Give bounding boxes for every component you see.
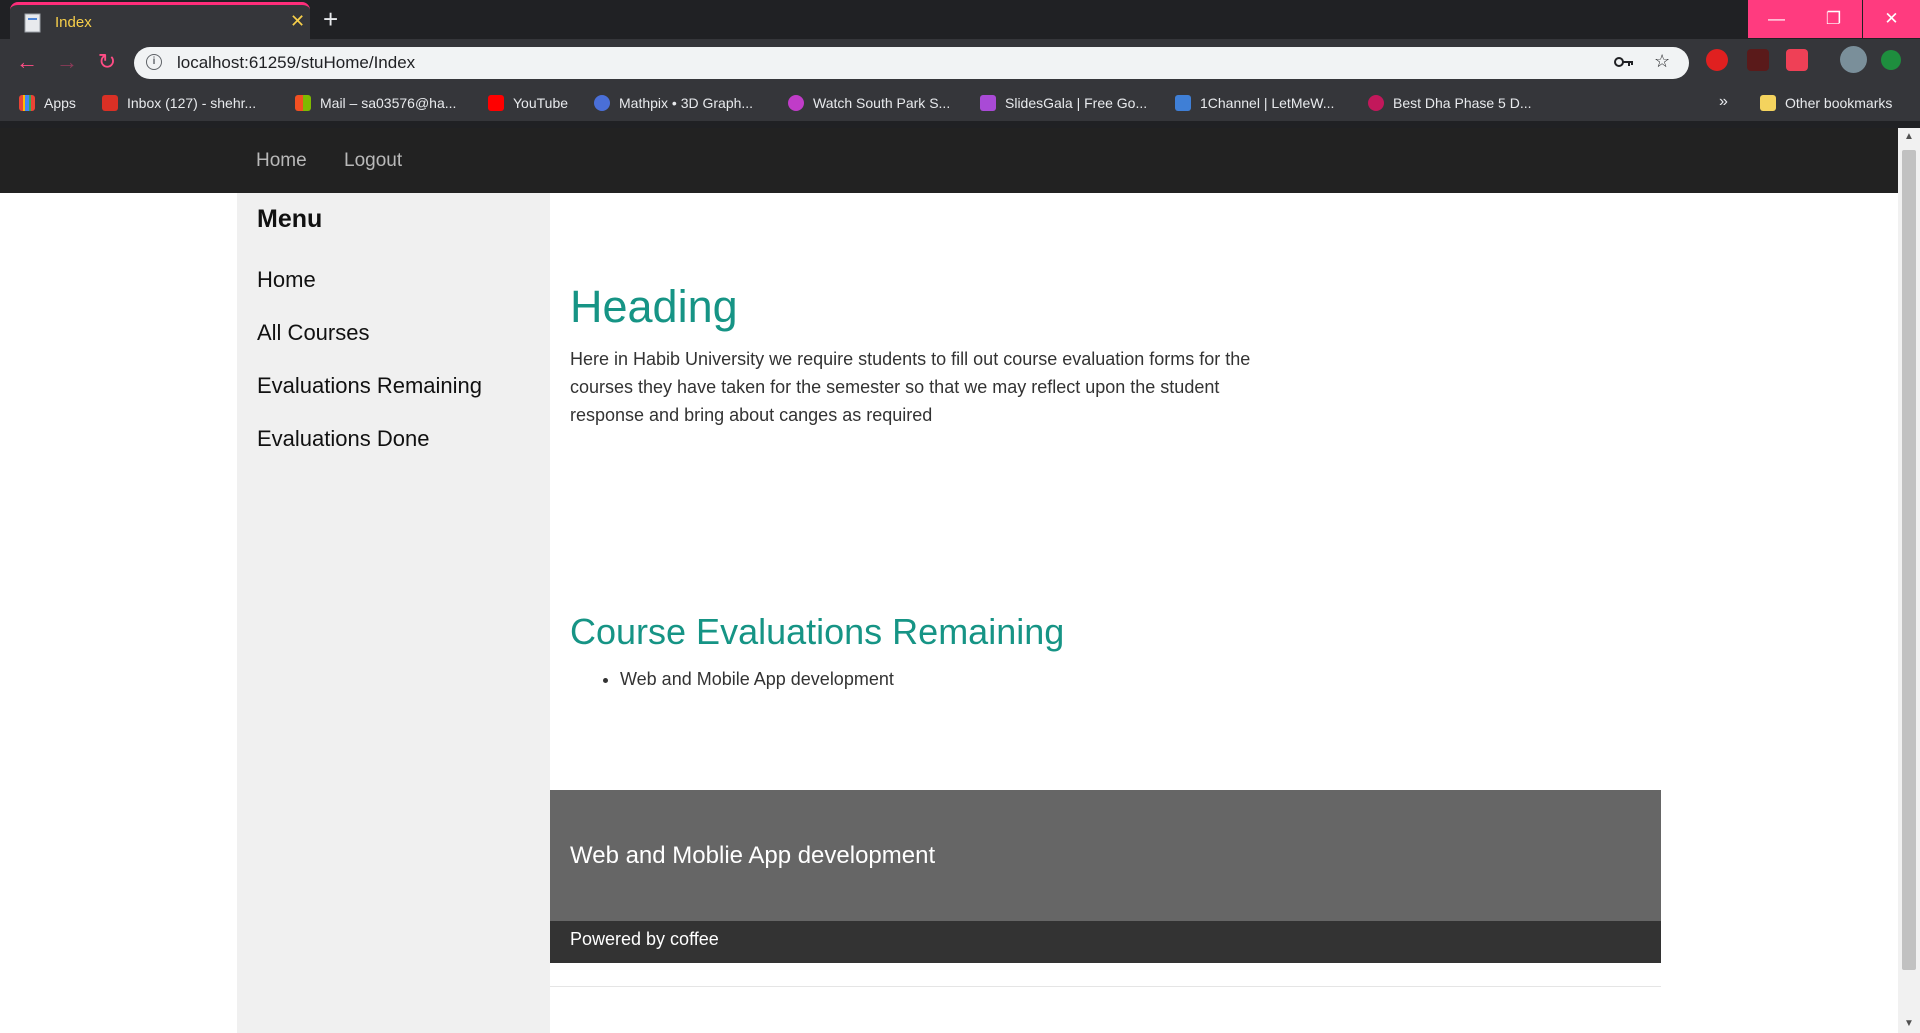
new-tab-button[interactable]: + bbox=[323, 5, 338, 33]
nav-logout-link[interactable]: Logout bbox=[344, 150, 402, 172]
bookmark-1channel[interactable]: 1Channel | LetMeW... bbox=[1175, 95, 1334, 113]
bookmark-slidesgala[interactable]: SlidesGala | Free Go... bbox=[980, 95, 1147, 113]
gmail-icon bbox=[102, 95, 118, 111]
reload-icon[interactable]: ↻ bbox=[92, 47, 122, 77]
bear-icon bbox=[1368, 95, 1384, 111]
divider bbox=[550, 986, 1661, 987]
footer-banner: Web and Moblie App development bbox=[550, 790, 1661, 921]
bookmark-dha[interactable]: Best Dha Phase 5 D... bbox=[1368, 95, 1532, 113]
tab-close-icon[interactable]: ✕ bbox=[290, 11, 305, 32]
chrome-divider bbox=[0, 121, 1920, 128]
footer-bar: Powered by coffee bbox=[550, 921, 1661, 963]
browser-toolbar: ← → ↻ i localhost:61259/stuHome/Index ☆ bbox=[0, 39, 1920, 87]
list-item: Web and Mobile App development bbox=[620, 669, 894, 690]
back-arrow-icon[interactable]: ← bbox=[12, 47, 42, 77]
bookmark-mathpix[interactable]: Mathpix • 3D Graph... bbox=[594, 95, 753, 113]
browser-tab-strip: Index ✕ + — ❐ ✕ bbox=[0, 0, 1920, 39]
scroll-down-arrow-icon[interactable]: ▼ bbox=[1898, 1015, 1920, 1033]
folder-icon bbox=[1760, 95, 1776, 111]
bookmark-southpark[interactable]: Watch South Park S... bbox=[788, 95, 950, 113]
address-bar[interactable]: i localhost:61259/stuHome/Index ☆ bbox=[134, 47, 1689, 79]
apps-grid-icon bbox=[19, 95, 35, 111]
nav-home-link[interactable]: Home bbox=[256, 150, 307, 172]
page-scrollbar[interactable]: ▲ ▼ bbox=[1898, 128, 1920, 1033]
adblock-extension-icon[interactable] bbox=[1706, 49, 1728, 71]
page-heading: Heading bbox=[570, 281, 738, 332]
other-bookmarks-folder[interactable]: Other bookmarks bbox=[1760, 95, 1892, 113]
sidebar-item-evaluations-done[interactable]: Evaluations Done bbox=[257, 426, 429, 452]
sidebar-item-evaluations-remaining[interactable]: Evaluations Remaining bbox=[257, 373, 482, 399]
document-icon bbox=[24, 13, 41, 33]
more-bookmarks-chevron-icon[interactable]: » bbox=[1719, 93, 1728, 111]
film-icon bbox=[1175, 95, 1191, 111]
scroll-up-arrow-icon[interactable]: ▲ bbox=[1898, 128, 1920, 146]
bookmark-apps[interactable]: Apps bbox=[19, 95, 76, 113]
microsoft-icon bbox=[295, 95, 311, 111]
menu-title: Menu bbox=[257, 205, 323, 233]
mathpix-icon bbox=[594, 95, 610, 111]
footer-title: Web and Moblie App development bbox=[570, 842, 936, 869]
close-window-button[interactable]: ✕ bbox=[1863, 0, 1920, 38]
bookmark-star-icon[interactable]: ☆ bbox=[1654, 51, 1670, 72]
main-content: Heading Here in Habib University we requ… bbox=[550, 193, 1661, 1033]
tab-title: Index bbox=[55, 14, 92, 31]
url-text[interactable]: localhost:61259/stuHome/Index bbox=[177, 53, 415, 73]
youtube-icon bbox=[488, 95, 504, 111]
intro-paragraph: Here in Habib University we require stud… bbox=[570, 349, 1251, 425]
remaining-evaluations-list: Web and Mobile App development bbox=[570, 669, 894, 690]
sidebar-menu: Menu Home All Courses Evaluations Remain… bbox=[237, 193, 550, 1033]
scrollbar-thumb[interactable] bbox=[1902, 150, 1916, 970]
pocket-extension-icon[interactable] bbox=[1786, 49, 1808, 71]
site-navbar: Home Logout bbox=[0, 128, 1898, 193]
bookmarks-bar: Apps Inbox (127) - shehr... Mail – sa035… bbox=[0, 87, 1920, 121]
play-icon bbox=[788, 95, 804, 111]
sidebar-item-home[interactable]: Home bbox=[257, 267, 316, 293]
site-info-icon[interactable]: i bbox=[146, 54, 162, 70]
browser-tab-index[interactable]: Index ✕ bbox=[10, 2, 310, 39]
bookmark-youtube[interactable]: YouTube bbox=[488, 95, 568, 113]
checkbox-icon bbox=[980, 95, 996, 111]
bookmark-inbox[interactable]: Inbox (127) - shehr... bbox=[102, 95, 256, 113]
footer-subtext: Powered by coffee bbox=[570, 929, 719, 949]
forward-arrow-icon[interactable]: → bbox=[52, 47, 82, 77]
bookmark-mail[interactable]: Mail – sa03576@ha... bbox=[295, 95, 456, 113]
restore-button[interactable]: ❐ bbox=[1805, 0, 1862, 38]
update-icon[interactable] bbox=[1881, 50, 1901, 70]
remaining-evaluations-heading: Course Evaluations Remaining bbox=[570, 611, 1065, 652]
pdf-extension-icon[interactable] bbox=[1747, 49, 1769, 71]
sidebar-item-all-courses[interactable]: All Courses bbox=[257, 320, 369, 346]
profile-avatar[interactable] bbox=[1840, 46, 1867, 73]
key-icon[interactable] bbox=[1614, 55, 1634, 69]
minimize-button[interactable]: — bbox=[1748, 0, 1805, 38]
